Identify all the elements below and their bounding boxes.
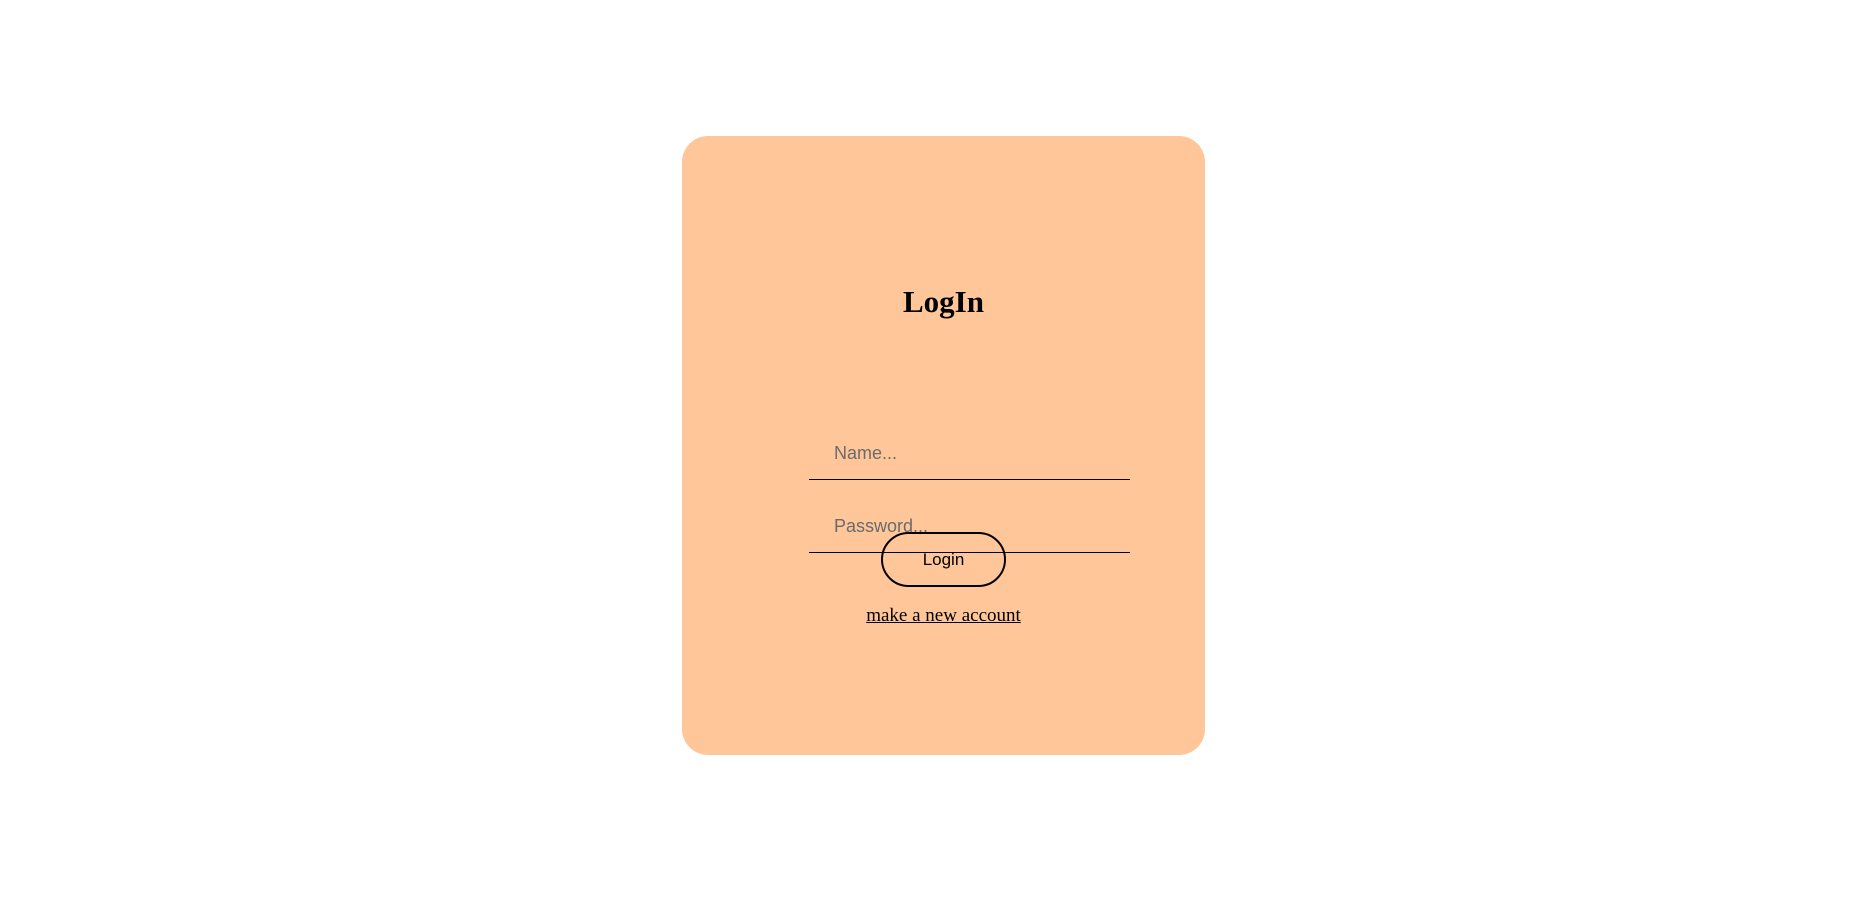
name-input[interactable] (809, 428, 1130, 480)
login-button[interactable]: Login (881, 532, 1006, 587)
page: LogIn Login make a new account (0, 0, 1868, 903)
login-card: LogIn Login make a new account (682, 136, 1205, 755)
make-new-account-link[interactable]: make a new account (866, 605, 1021, 626)
new-account-link-wrapper: make a new account (682, 604, 1205, 628)
login-title: LogIn (903, 284, 984, 319)
